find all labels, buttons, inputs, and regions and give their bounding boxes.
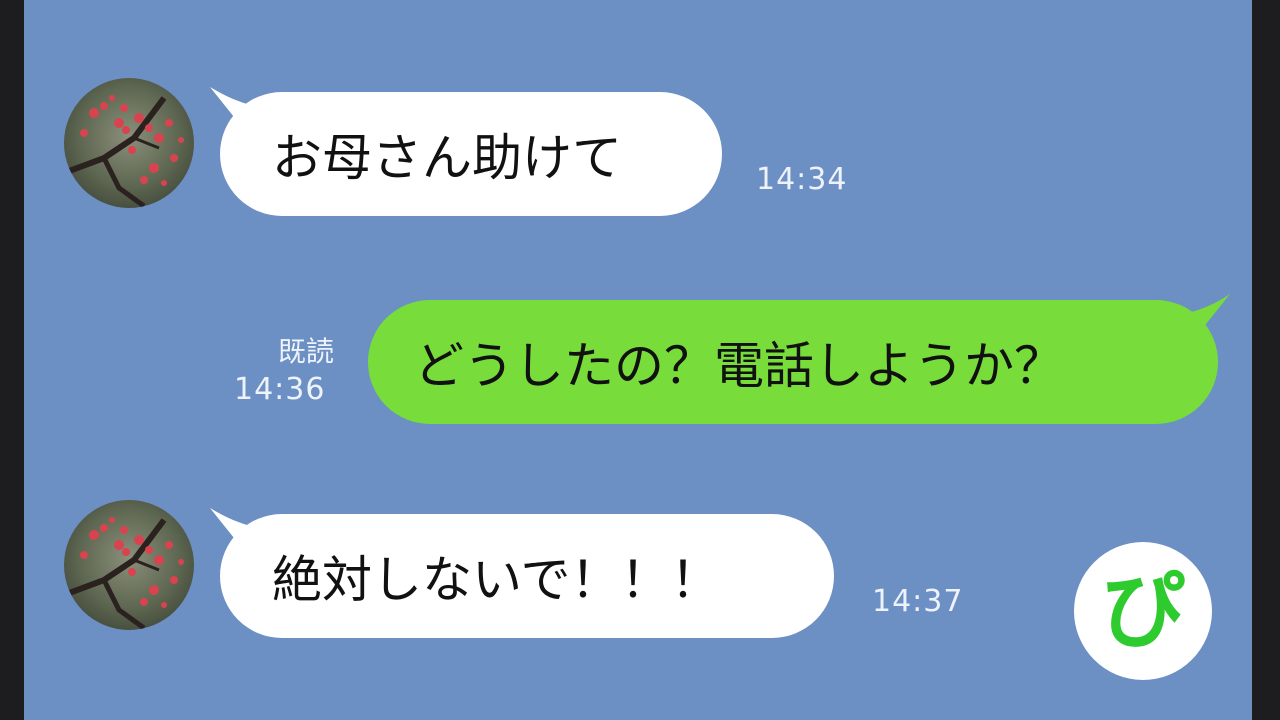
contact-avatar[interactable] (64, 500, 194, 630)
message-timestamp: 14:36 (234, 372, 326, 407)
read-receipt: 既読 (214, 330, 334, 370)
message-bubble-outgoing[interactable]: どうしたの？電話しようか？ (368, 300, 1218, 424)
contact-avatar[interactable] (64, 78, 194, 208)
message-text: どうしたの？電話しようか？ (414, 337, 1064, 395)
chat-screen: お母さん助けて 14:34 既読 14:36 どうしたの？電話しようか？ 絶対し… (24, 0, 1252, 720)
message-bubble-incoming[interactable]: お母さん助けて (220, 92, 722, 216)
message-bubble-incoming[interactable]: 絶対しないで！！！ (220, 514, 834, 638)
message-timestamp: 14:37 (872, 584, 964, 619)
channel-logo: ぴ (1074, 542, 1212, 680)
read-label: 既読 (277, 335, 334, 368)
message-text: 絶対しないで！！！ (272, 551, 721, 609)
logo-text: ぴ (1100, 562, 1185, 660)
message-timestamp: 14:34 (756, 162, 848, 197)
message-text: お母さん助けて (272, 129, 622, 187)
